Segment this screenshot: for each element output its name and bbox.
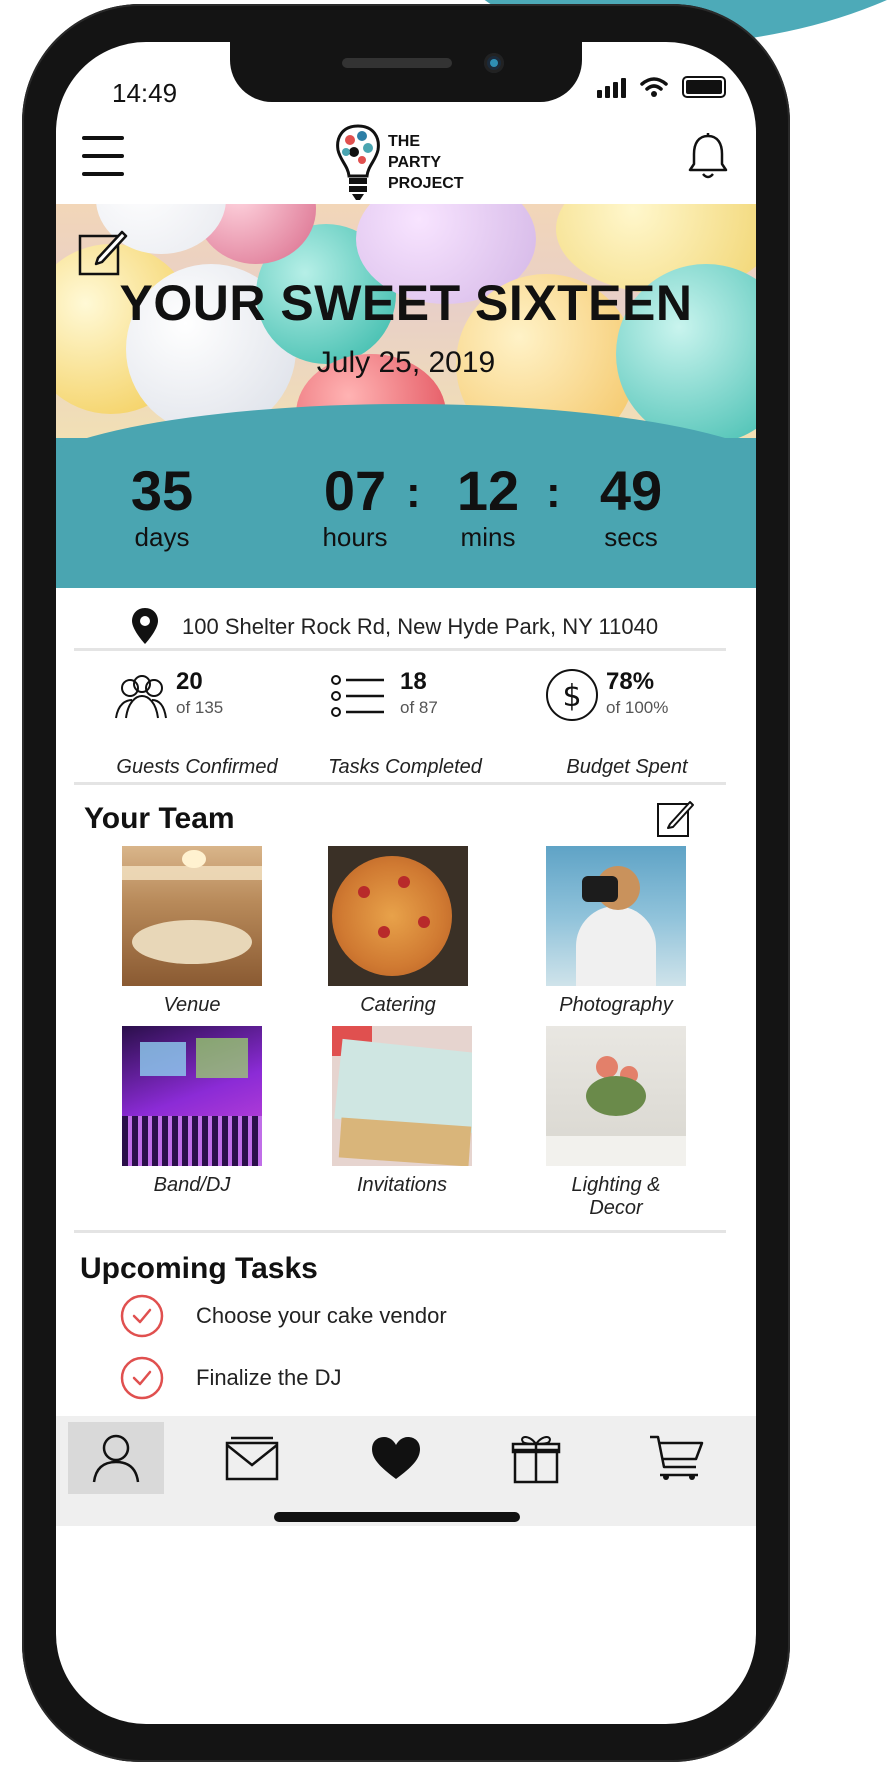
status-time: 14:49 xyxy=(112,78,178,108)
address-text: 100 Shelter Rock Rd, New Hyde Park, NY 1… xyxy=(182,614,659,639)
tab-cart[interactable] xyxy=(628,1422,724,1494)
check-circle-icon[interactable] xyxy=(120,1294,164,1338)
divider xyxy=(74,648,726,651)
tab-messages[interactable] xyxy=(204,1422,300,1494)
bottom-tab-bar xyxy=(56,1416,756,1526)
menu-line xyxy=(82,154,124,158)
notch xyxy=(230,42,582,102)
venue-image xyxy=(122,846,262,986)
stat-tasks[interactable]: 18 of 87 Tasks Completed xyxy=(290,664,520,794)
countdown-secs: 49 secs xyxy=(576,459,686,553)
team-label: Photography xyxy=(559,994,673,1016)
stat-guests[interactable]: 20 of 135 Guests Confirmed xyxy=(82,664,312,794)
lightbulb-logo-icon xyxy=(336,124,380,200)
guests-value: 20 xyxy=(176,668,203,695)
logo-line: PROJECT xyxy=(388,174,464,192)
stat-budget[interactable]: $ 78% of 100% Budget Spent xyxy=(512,664,742,794)
tab-gifts[interactable] xyxy=(488,1422,584,1494)
countdown-hours-value: 07 xyxy=(323,459,387,522)
battery-icon xyxy=(682,76,726,98)
speaker xyxy=(342,58,452,68)
profile-icon xyxy=(92,1434,140,1483)
team-label: Venue xyxy=(163,994,221,1016)
app-logo[interactable]: THE PARTY PROJECT xyxy=(334,120,484,204)
tab-favorites[interactable] xyxy=(348,1422,444,1494)
team-title: Your Team xyxy=(84,802,235,835)
front-camera xyxy=(484,53,504,73)
status-icons xyxy=(597,76,726,98)
event-title: YOUR SWEET SIXTEEN xyxy=(119,275,693,331)
divider xyxy=(74,1230,726,1233)
app-screen: 14:49 THE PARTY PROJECT YOUR SWEET SIXTE… xyxy=(56,42,756,1724)
countdown-days-value: 35 xyxy=(130,459,194,522)
bell-icon[interactable] xyxy=(686,132,730,182)
countdown-separator: : xyxy=(406,468,421,517)
tasks-of: of 87 xyxy=(400,698,438,717)
guests-of: of 135 xyxy=(176,698,224,717)
gift-icon xyxy=(511,1436,561,1484)
countdown-days: 35 days xyxy=(112,459,212,553)
team-tile-lighting-decor[interactable]: Lighting & Decor xyxy=(536,1026,696,1220)
team-label: Band/DJ xyxy=(153,1174,231,1196)
invitations-image xyxy=(332,1026,472,1166)
edit-event-icon[interactable] xyxy=(78,226,128,276)
photography-image xyxy=(546,846,686,986)
team-label: Lighting & Decor xyxy=(571,1174,661,1219)
task-text: Finalize the DJ xyxy=(196,1365,342,1390)
cart-icon xyxy=(650,1435,704,1480)
band-dj-image xyxy=(122,1026,262,1166)
menu-line xyxy=(82,172,124,176)
signal-icon xyxy=(597,76,626,98)
tasks-label: Tasks Completed xyxy=(328,756,482,778)
team-tile-photography[interactable]: Photography xyxy=(536,846,696,1017)
countdown-hours: 07 hours xyxy=(300,459,410,553)
countdown-secs-value: 49 xyxy=(599,459,663,522)
team-tile-invitations[interactable]: Invitations xyxy=(322,1026,482,1197)
countdown-mins: 12 mins xyxy=(438,459,538,553)
heart-icon xyxy=(372,1437,420,1479)
countdown-days-label: days xyxy=(134,522,190,552)
app-bar: THE PARTY PROJECT xyxy=(56,112,756,212)
team-tile-band-dj[interactable]: Band/DJ xyxy=(112,1026,272,1197)
tab-profile[interactable] xyxy=(68,1422,164,1494)
countdown-mins-label: mins xyxy=(460,522,516,552)
logo-line: PARTY xyxy=(388,153,442,171)
phone-frame: 14:49 THE PARTY PROJECT YOUR SWEET SIXTE… xyxy=(22,4,790,1762)
menu-line xyxy=(82,136,124,140)
lighting-decor-image xyxy=(546,1026,686,1166)
logo-line: THE xyxy=(388,132,420,150)
team-tile-catering[interactable]: Catering xyxy=(318,846,478,1017)
upcoming-title: Upcoming Tasks xyxy=(80,1252,318,1285)
countdown-hours-label: hours xyxy=(322,522,388,552)
task-text: Choose your cake vendor xyxy=(196,1303,447,1328)
mail-icon xyxy=(225,1436,279,1481)
team-tile-venue[interactable]: Venue xyxy=(112,846,272,1017)
countdown-mins-value: 12 xyxy=(456,459,520,522)
check-circle-icon[interactable] xyxy=(120,1356,164,1400)
budget-label: Budget Spent xyxy=(566,756,688,778)
logo-wordmark: THE PARTY PROJECT xyxy=(388,131,464,194)
edit-team-icon[interactable] xyxy=(656,798,696,838)
budget-of: of 100% xyxy=(606,698,669,717)
team-label: Catering xyxy=(360,994,436,1016)
guests-label: Guests Confirmed xyxy=(116,756,278,778)
countdown-separator: : xyxy=(546,468,561,517)
location-pin-icon xyxy=(132,608,158,644)
event-date: July 25, 2019 xyxy=(316,346,496,379)
guests-icon xyxy=(115,675,167,719)
home-indicator xyxy=(274,1512,520,1522)
tasks-value: 18 xyxy=(400,668,427,695)
wifi-icon xyxy=(640,77,668,97)
countdown: 35 days 07 hours : 12 mins : 49 secs xyxy=(56,404,756,588)
catering-image xyxy=(328,846,468,986)
countdown-secs-label: secs xyxy=(604,522,658,552)
svg-text:$: $ xyxy=(562,679,581,714)
task-list-icon xyxy=(331,675,384,717)
divider xyxy=(74,782,726,785)
menu-button[interactable] xyxy=(82,136,124,176)
dollar-circle-icon: $ xyxy=(546,669,598,721)
team-label: Invitations xyxy=(356,1174,448,1196)
budget-value: 78% xyxy=(606,668,655,695)
